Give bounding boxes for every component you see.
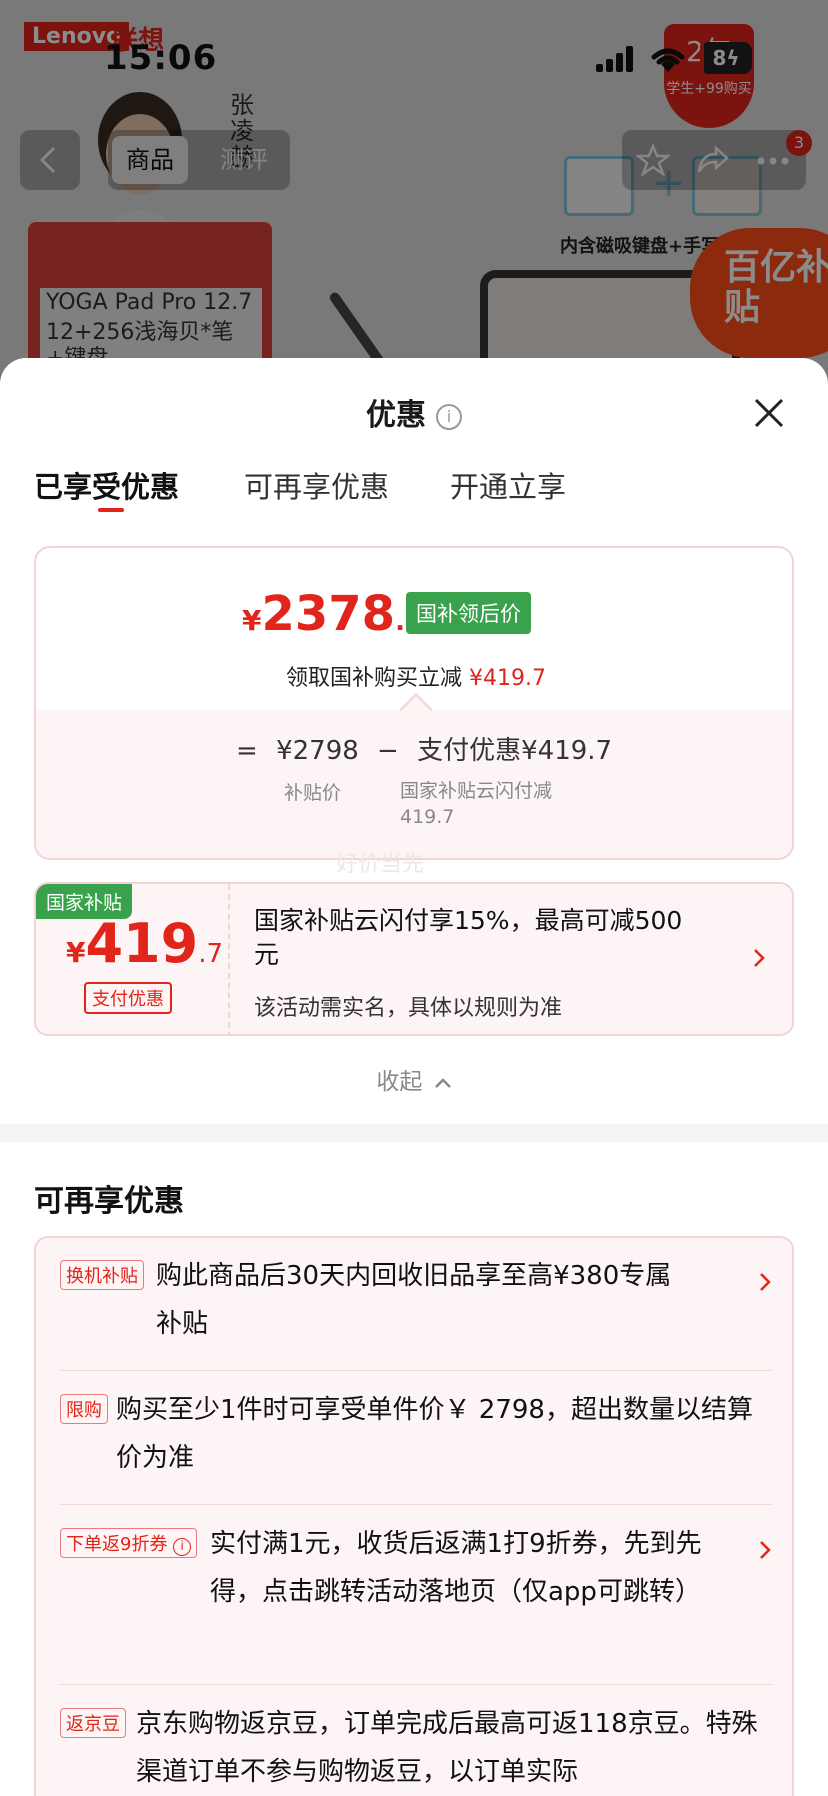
info-icon[interactable]: i [436,403,462,430]
final-price: ¥2378.3 [242,586,423,642]
coupon-title: 国家补贴云闪付享15%，最高可减500元 [254,906,683,969]
list-item[interactable]: 下单返9折券 i 实付满1元，收货后返满1打9折券，先到先得，点击跳转活动落地页… [60,1522,772,1672]
formula-minus: − [377,736,399,766]
row-divider [60,1684,772,1685]
final-price-card: ¥2378.3 国补领后价 领取国补购买立减 ¥419.7 = ¥2798 − … [34,546,794,860]
coupon-type-label: 支付优惠 [84,982,172,1014]
sheet-title: 优惠 i [0,390,828,434]
active-tab-indicator [98,508,124,512]
row-divider [60,1504,772,1505]
modal-overlay[interactable] [0,0,828,400]
final-price-currency: ¥ [242,604,262,637]
offer-text: 京东购物返京豆，订单完成后最高可返118京豆。特殊渠道订单不参与购物返豆，以订单… [136,1709,758,1787]
tab-more-available[interactable]: 可再享优惠 [244,464,389,506]
tab-enjoyed[interactable]: 已享受优惠 [34,464,179,506]
price-formula: = ¥2798 − 支付优惠¥419.7 [236,730,622,767]
formula-discount: 支付优惠¥419.7 [417,736,613,766]
more-offers-title: 可再享优惠 [34,1184,184,1219]
info-icon[interactable]: i [173,1538,192,1556]
final-price-integer: 2378 [261,586,396,642]
formula-equals: = [236,736,258,766]
coupon-amount: ¥419.7 [66,912,223,975]
chevron-right-icon[interactable] [758,1270,772,1294]
offer-chip: 返京豆 [60,1708,126,1738]
sheet-title-text: 优惠 [366,398,426,433]
chevron-right-icon[interactable] [758,1538,772,1562]
coupon-tag: 国家补贴 [36,884,133,919]
promotion-tabs: 已享受优惠 可再享优惠 开通立享 [34,464,794,514]
offer-text: 购买至少1件时可享受单件价￥ 2798，超出数量以结算价为准 [116,1395,753,1473]
promotion-sheet: 优惠 i 已享受优惠 可再享优惠 开通立享 ¥2378.3 国补领后价 领取国补购… [0,358,828,1796]
coupon-description: 该活动需实名，具体以规则为准 [254,996,563,1021]
coupon-currency: ¥ [66,936,86,969]
watermark: 好价当先 [336,852,425,877]
coupon-integer: 419 [85,912,199,975]
row-divider [60,1370,772,1371]
offer-text: 购此商品后30天内回收旧品享至高¥380专属补贴 [156,1261,672,1339]
price-breakdown: = ¥2798 − 支付优惠¥419.7 补贴价 国家补贴云闪付减419.7 [36,710,792,858]
claim-line: 领取国补购买立减 ¥419.7 [36,660,792,692]
offer-chip: 下单返9折券 i [60,1528,198,1558]
offer-text: 实付满1元，收货后返满1打9折券，先到先得，点击跳转活动落地页（仅app可跳转） [210,1529,702,1607]
close-icon[interactable] [752,396,786,430]
chevron-up-icon [434,1077,451,1088]
base-price-label: 补贴价 [284,782,342,804]
offer-chip: 限购 [60,1394,108,1424]
claim-text: 领取国补购买立减 [286,666,463,691]
list-item: 限购 购买至少1件时可享受单件价￥ 2798，超出数量以结算价为准 [60,1388,772,1500]
gov-subsidy-price-tag: 国补领后价 [406,592,531,634]
collapse-label: 收起 [376,1069,423,1095]
discount-label: 国家补贴云闪付减419.7 [400,780,553,828]
more-offers-list: 换机补贴 购此商品后30天内回收旧品享至高¥380专属补贴 限购 购买至少1件时… [34,1236,794,1796]
tab-open-now[interactable]: 开通立享 [450,464,566,506]
formula-base-price: ¥2798 [276,736,359,766]
claim-amount: ¥419.7 [469,666,546,691]
final-price-top: ¥2378.3 国补领后价 领取国补购买立减 ¥419.7 [36,548,792,710]
collapse-button[interactable]: 收起 [0,1062,828,1096]
list-item[interactable]: 换机补贴 购此商品后30天内回收旧品享至高¥380专属补贴 [60,1254,772,1366]
offer-chip: 换机补贴 [60,1260,144,1290]
chevron-right-icon[interactable] [752,946,766,970]
list-item: 返京豆 京东购物返京豆，订单完成后最高可返118京豆。特殊渠道订单不参与购物返豆… [60,1702,772,1796]
offer-chip-label: 下单返9折券 [66,1534,168,1555]
coupon-decimal: .7 [198,939,224,969]
gov-subsidy-coupon[interactable]: ¥419.7 支付优惠 国家补贴 国家补贴云闪付享15%，最高可减500元 该活… [34,882,794,1036]
section-divider [0,1124,828,1142]
